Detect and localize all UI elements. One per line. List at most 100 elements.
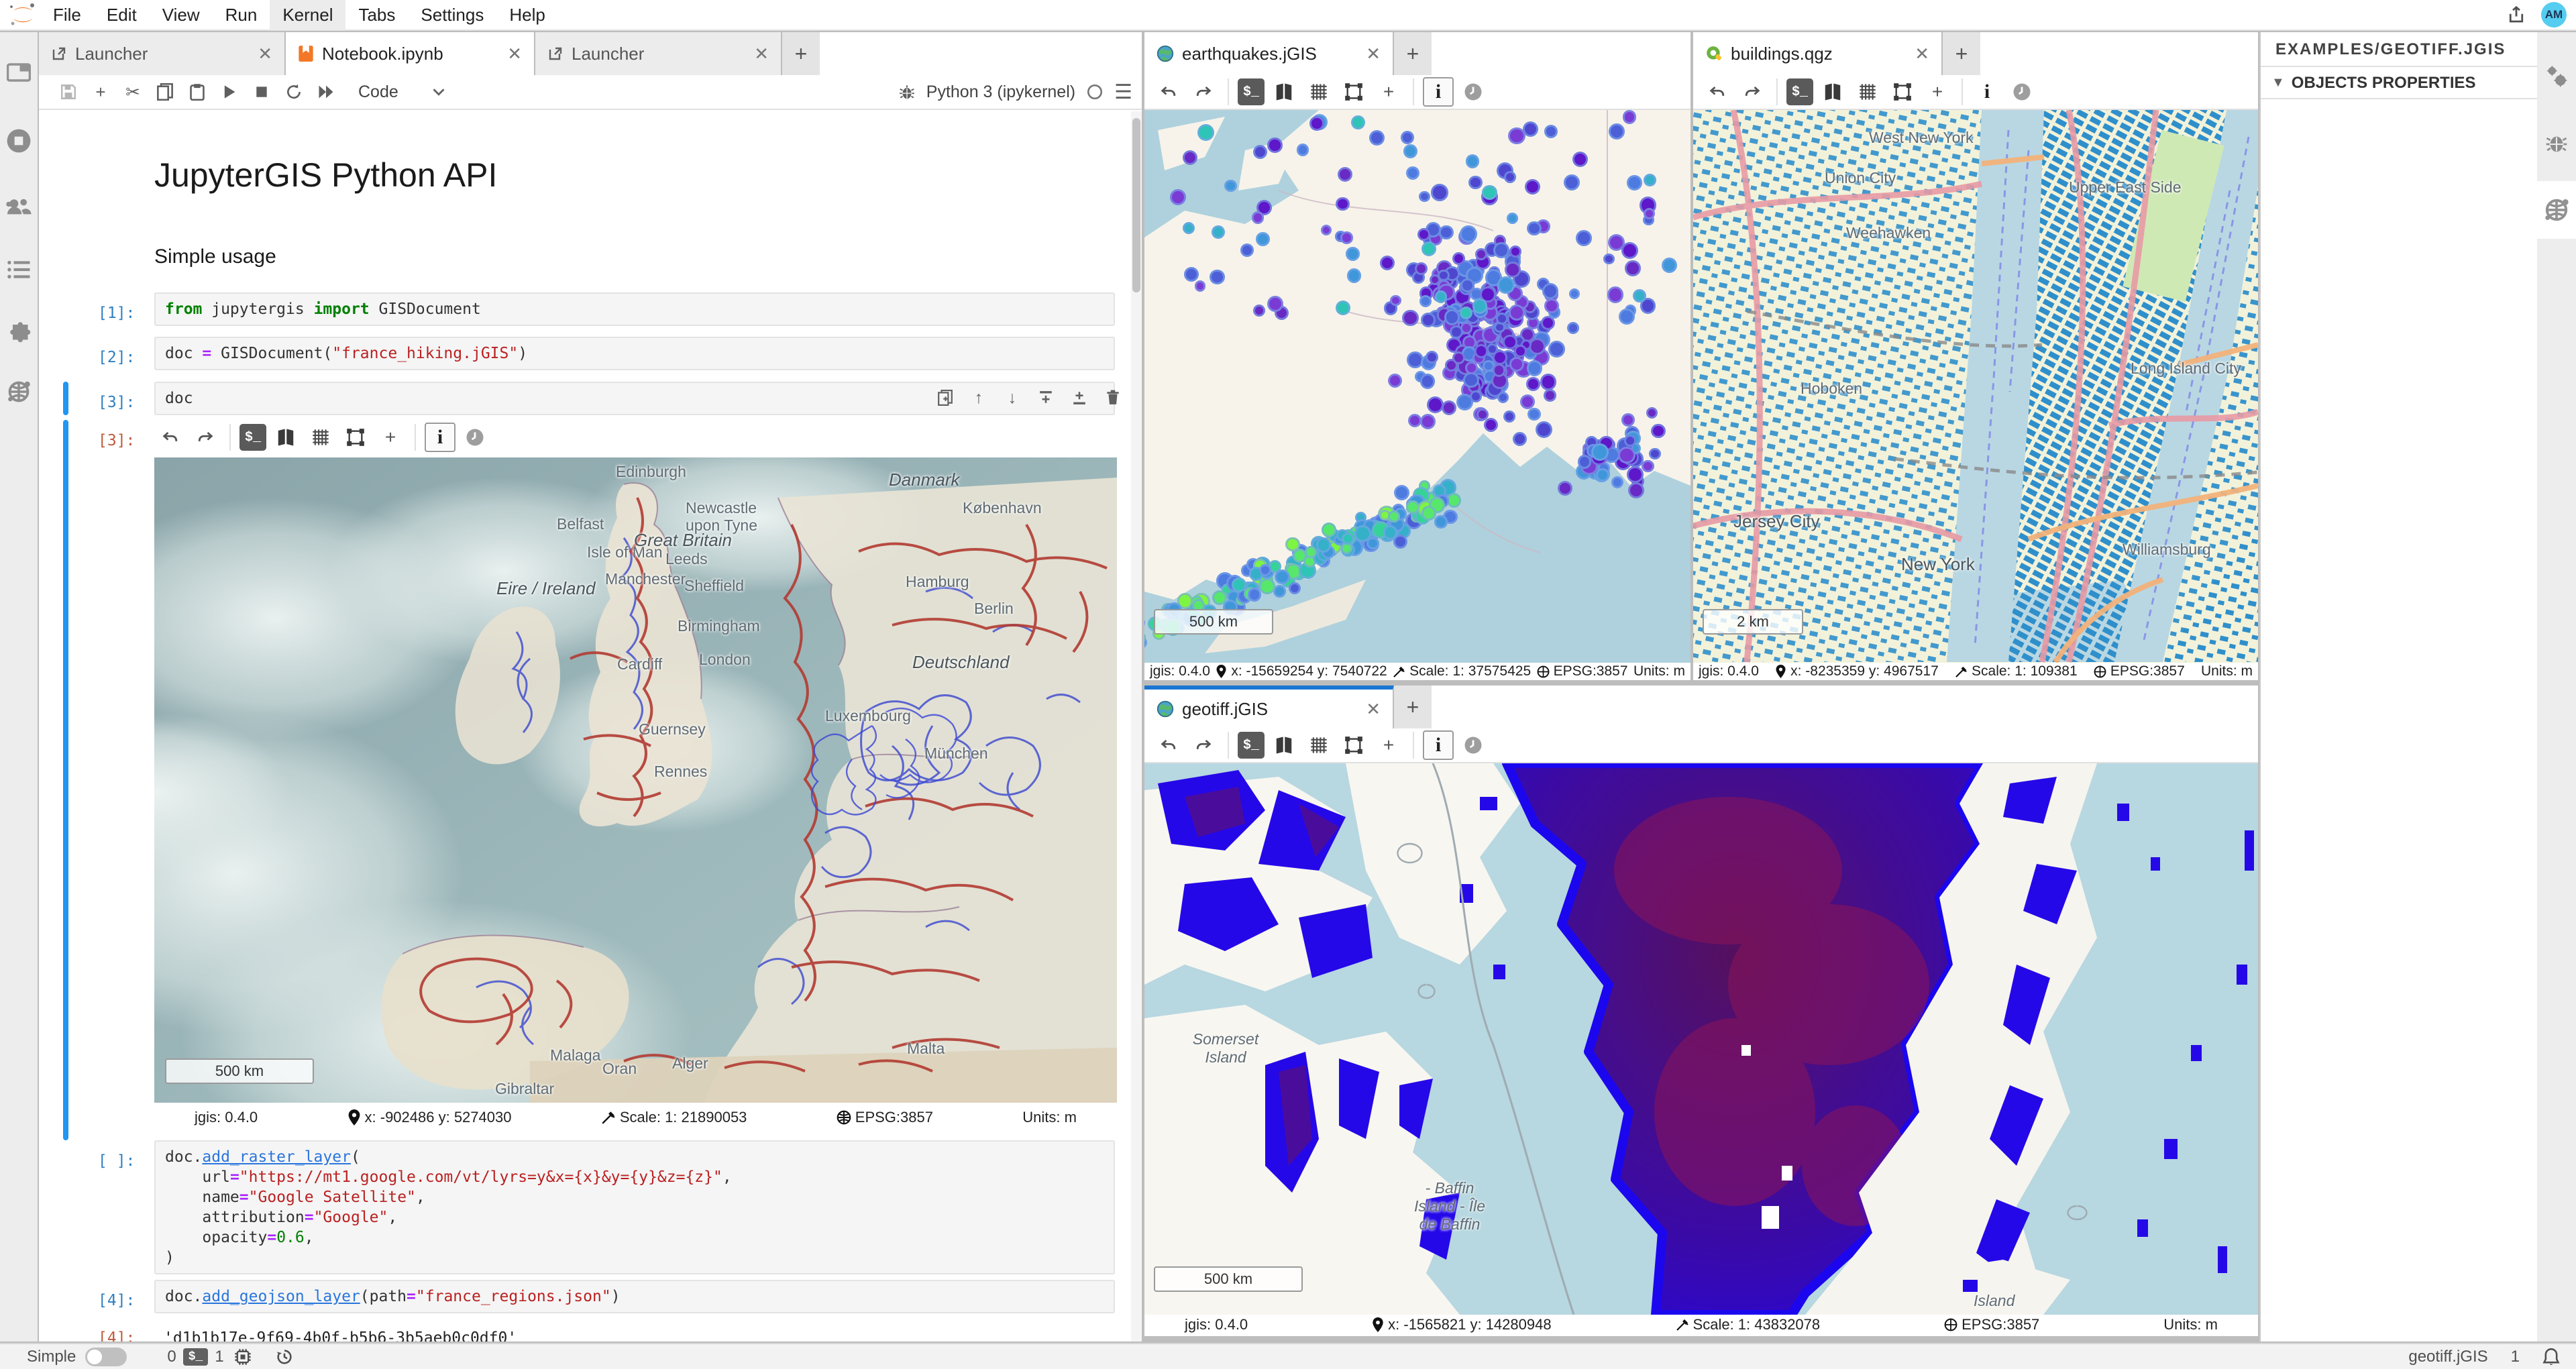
notifications-count[interactable]: 1 (2511, 1348, 2520, 1366)
close-icon[interactable]: ✕ (737, 44, 769, 64)
cell-type-select[interactable]: Code (358, 83, 445, 102)
bell-icon[interactable] (2542, 1348, 2560, 1366)
basemap-icon[interactable] (1269, 730, 1299, 760)
kernel-name[interactable]: Python 3 (ipykernel) (926, 83, 1075, 102)
console-icon[interactable]: $_ (1238, 78, 1265, 105)
basemap-icon[interactable] (1817, 77, 1848, 107)
terminals-count[interactable]: 0 (167, 1348, 176, 1366)
tab-launcher-1[interactable]: Launcher✕ (39, 32, 286, 75)
close-icon[interactable]: ✕ (490, 44, 522, 64)
cut-cell-button[interactable]: ✂ (117, 76, 149, 108)
user-avatar[interactable]: AM (2541, 2, 2567, 28)
code-cell-1[interactable]: from jupytergis import GISDocument (154, 292, 1115, 326)
history-icon[interactable] (275, 1348, 294, 1366)
undo-icon[interactable] (1702, 77, 1733, 107)
add-layer-icon[interactable]: + (1373, 730, 1404, 760)
add-layer-icon[interactable]: + (375, 423, 406, 452)
buildings-map-canvas[interactable]: West New York Union City Weehawken Hobok… (1693, 110, 2258, 663)
menu-edit[interactable]: Edit (94, 0, 150, 30)
temporal-icon[interactable] (2006, 77, 2037, 107)
gis-panel-icon[interactable] (2537, 181, 2576, 239)
redo-icon[interactable] (1737, 77, 1768, 107)
running-kernels-icon[interactable] (0, 117, 38, 165)
code-cell-4[interactable]: doc.add_geojson_layer(path="france_regio… (154, 1280, 1115, 1313)
new-tab-button[interactable]: + (1394, 32, 1432, 75)
close-icon[interactable]: ✕ (1348, 699, 1381, 720)
save-button[interactable] (52, 76, 85, 108)
console-icon[interactable]: $_ (239, 424, 266, 451)
run-all-button[interactable] (310, 76, 342, 108)
basemap-icon[interactable] (270, 423, 301, 452)
delete-cell-icon[interactable] (1099, 385, 1127, 410)
grid-icon[interactable] (1303, 730, 1334, 760)
undo-icon[interactable] (1153, 77, 1184, 107)
debugger-icon[interactable] (898, 83, 916, 101)
undo-icon[interactable] (155, 423, 186, 452)
restart-kernel-button[interactable] (278, 76, 310, 108)
tab-notebook[interactable]: Notebook.ipynb✕ (286, 32, 535, 75)
move-cell-down-icon[interactable]: ↓ (998, 385, 1026, 410)
menu-settings[interactable]: Settings (408, 0, 496, 30)
tab-launcher-2[interactable]: Launcher✕ (535, 32, 782, 75)
collaborators-icon[interactable] (0, 182, 38, 231)
grid-icon[interactable] (305, 423, 336, 452)
extent-icon[interactable] (1338, 77, 1369, 107)
tab-buildings[interactable]: buildings.qgz✕ (1693, 32, 1943, 75)
new-tab-button[interactable]: + (782, 32, 820, 75)
console-icon[interactable]: $_ (1238, 732, 1265, 759)
paste-cell-button[interactable] (181, 76, 213, 108)
insert-above-icon[interactable] (1032, 385, 1060, 410)
temporal-icon[interactable] (460, 423, 490, 452)
file-browser-icon[interactable] (0, 48, 38, 97)
simple-mode-toggle[interactable] (85, 1348, 127, 1366)
kernel-chip-icon[interactable] (233, 1348, 252, 1366)
gis-panel-icon[interactable] (0, 368, 38, 416)
share-icon[interactable] (2506, 5, 2526, 25)
close-icon[interactable]: ✕ (1897, 44, 1929, 64)
identify-button[interactable]: i (425, 423, 455, 452)
redo-icon[interactable] (1188, 730, 1219, 760)
identify-button[interactable]: i (1423, 730, 1454, 760)
basemap-icon[interactable] (1269, 77, 1299, 107)
menu-help[interactable]: Help (496, 0, 557, 30)
objects-properties-header[interactable]: ▼OBJECTS PROPERTIES (2261, 67, 2537, 99)
close-icon[interactable]: ✕ (240, 44, 272, 64)
stop-kernel-button[interactable] (246, 76, 278, 108)
insert-below-icon[interactable] (1065, 385, 1093, 410)
property-inspector-icon[interactable] (2537, 52, 2576, 101)
menu-view[interactable]: View (150, 0, 213, 30)
grid-icon[interactable] (1852, 77, 1883, 107)
notebook-scrollbar[interactable] (1131, 111, 1142, 1341)
menu-tabs[interactable]: Tabs (345, 0, 408, 30)
undo-icon[interactable] (1153, 730, 1184, 760)
geotiff-map-canvas[interactable]: Somerset Island - Baffin Island - Île de… (1144, 763, 2258, 1315)
tab-geotiff[interactable]: geotiff.jGIS✕ (1144, 686, 1394, 728)
menu-run[interactable]: Run (213, 0, 270, 30)
earthquakes-map-canvas[interactable]: 500 km (1144, 110, 1690, 663)
kernels-count[interactable]: 1 (215, 1348, 223, 1366)
france-map-canvas[interactable]: Edinburgh Newcastle upon Tyne Belfast Is… (154, 457, 1117, 1103)
extensions-icon[interactable] (0, 309, 38, 357)
code-cell-2[interactable]: doc = GISDocument("france_hiking.jGIS") (154, 337, 1115, 370)
extent-icon[interactable] (1338, 730, 1369, 760)
tab-earthquakes[interactable]: earthquakes.jGIS✕ (1144, 32, 1394, 75)
debugger-icon[interactable] (2537, 118, 2576, 166)
add-layer-icon[interactable]: + (1373, 77, 1404, 107)
new-tab-button[interactable]: + (1394, 686, 1432, 728)
temporal-icon[interactable] (1458, 77, 1489, 107)
menu-file[interactable]: File (40, 0, 94, 30)
temporal-icon[interactable] (1458, 730, 1489, 760)
run-cell-button[interactable] (213, 76, 246, 108)
extent-icon[interactable] (1887, 77, 1918, 107)
console-icon[interactable]: $_ (1786, 78, 1813, 105)
notebook-tools-icon[interactable]: ☰ (1114, 80, 1132, 104)
identify-button[interactable]: i (1423, 77, 1454, 107)
redo-icon[interactable] (190, 423, 221, 452)
add-layer-icon[interactable]: + (1922, 77, 1953, 107)
toc-icon[interactable] (0, 245, 38, 294)
code-cell-raster[interactable]: doc.add_raster_layer( url="https://mt1.g… (154, 1140, 1115, 1274)
insert-cell-button[interactable]: + (85, 76, 117, 108)
close-icon[interactable]: ✕ (1348, 44, 1381, 64)
redo-icon[interactable] (1188, 77, 1219, 107)
extent-icon[interactable] (340, 423, 371, 452)
